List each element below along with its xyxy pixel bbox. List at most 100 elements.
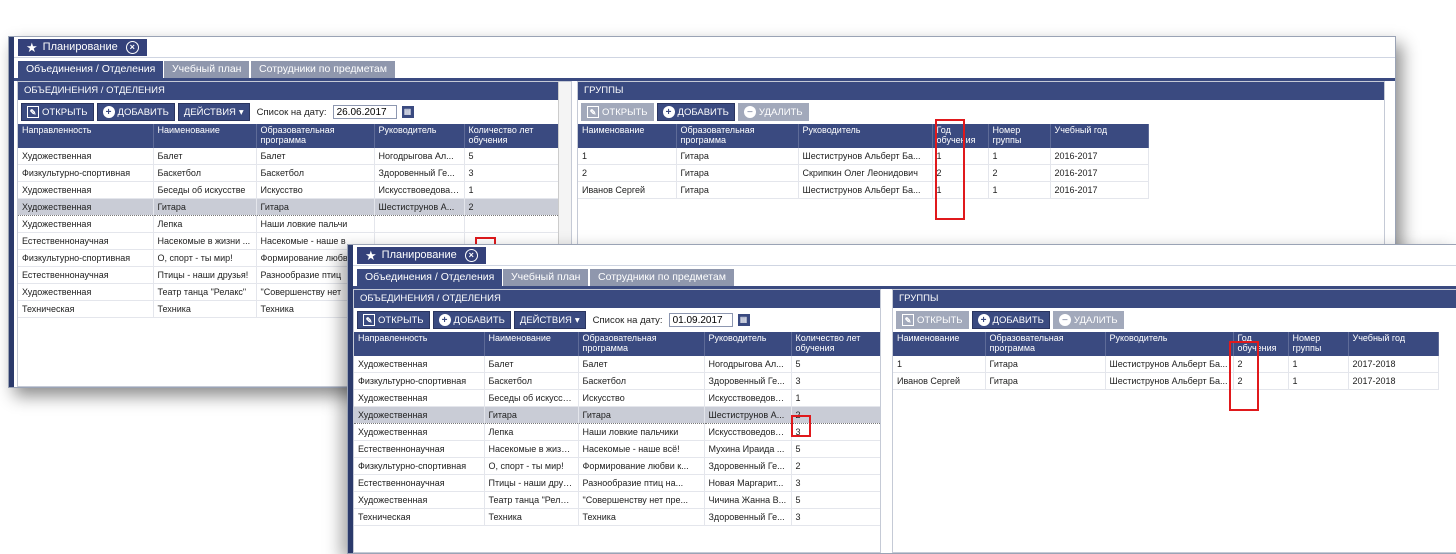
table-row[interactable]: Иванов Сергей Гитара Шестиструнов Альберт … [578, 181, 1149, 199]
col-leader[interactable]: Руководитель [704, 332, 792, 356]
col-group-name[interactable]: Наименование [893, 332, 986, 356]
open-label: ОТКРЫТЬ [378, 314, 424, 326]
table-cell: Техника [578, 508, 705, 526]
close-icon[interactable]: × [125, 41, 139, 54]
table-cell: Шестиструнов А... [374, 198, 465, 216]
actions-button[interactable]: ДЕЙСТВИЯ ▾ [177, 103, 250, 121]
table-row[interactable]: Иванов Сергей Гитара Шестиструнов Альберт … [893, 372, 1439, 390]
col-group-program[interactable]: Образовательная программа [985, 332, 1106, 356]
table-row[interactable]: Естественнонаучная Насекомые в жизни ... Н… [354, 440, 880, 458]
table-row[interactable]: Физкультурно-спортивная О, спорт - ты мир… [354, 457, 880, 475]
close-icon[interactable]: × [464, 249, 478, 262]
col-group-leader[interactable]: Руководитель [1105, 332, 1234, 356]
open-button[interactable]: ✎ ОТКРЫТЬ [357, 311, 430, 329]
table-cell: Физкультурно-спортивная [354, 457, 485, 475]
table-cell: Наши ловкие пальчики [578, 423, 705, 441]
date-label: Список на дату: [592, 314, 663, 326]
table-cell: 2016-2017 [1050, 181, 1149, 199]
table-cell: Художественная [18, 148, 154, 165]
col-academic-year[interactable]: Учебный год [1348, 332, 1439, 356]
groups-delete-button[interactable]: − УДАЛИТЬ [1052, 311, 1124, 329]
table-row[interactable]: 1 Гитара Шестиструнов Альберт Ба... 2 1 2017-… [893, 356, 1439, 373]
tab-staff-subjects[interactable]: Сотрудники по предметам [590, 269, 734, 286]
table-row[interactable]: Художественная Беседы об искусстве Искусст… [18, 181, 559, 199]
table-cell: Насекомые - наше всё! [578, 440, 705, 458]
table-row[interactable]: Художественная Балет Балет Ногодрыгова Ал..… [354, 356, 880, 373]
groups-open-button[interactable]: ✎ ОТКРЫТЬ [581, 103, 654, 121]
col-program[interactable]: Образовательная программа [256, 124, 375, 148]
table-row[interactable]: Физкультурно-спортивная Баскетбол Баскетбо… [18, 164, 559, 182]
table-row[interactable]: Художественная Гитара Гитара Шестиструнов А… [18, 198, 559, 216]
groups-toolbar: ✎ ОТКРЫТЬ + ДОБАВИТЬ − УДАЛИТЬ [578, 100, 1384, 124]
app-title: Планирование [42, 41, 118, 53]
date-input[interactable] [668, 313, 733, 327]
groups-open-label: ОТКРЫТЬ [917, 314, 963, 326]
col-name[interactable]: Наименование [153, 124, 257, 148]
tab-associations[interactable]: Объединения / Отделения [18, 61, 164, 78]
col-group-number[interactable]: Номер группы [1288, 332, 1349, 356]
tab-associations[interactable]: Объединения / Отделения [357, 269, 503, 286]
table-row[interactable]: Художественная Балет Балет Ногодрыгова Ал..… [18, 148, 559, 165]
table-cell: 1 [988, 181, 1051, 199]
table-cell: Балет [578, 356, 705, 373]
date-label: Список на дату: [256, 106, 327, 118]
table-cell: Художественная [18, 181, 154, 199]
groups-add-label: ДОБАВИТЬ [992, 314, 1044, 326]
highlight-box-study-year [1229, 341, 1259, 411]
tab-bar: Объединения / Отделения Учебный план Сот… [14, 58, 1395, 81]
groups-open-button[interactable]: ✎ ОТКРЫТЬ [896, 311, 969, 329]
table-row[interactable]: Художественная Лепка Наши ловкие пальчи [18, 215, 559, 233]
table-row[interactable]: 2 Гитара Скрипкин Олег Леонидович 2 2 2016-20… [578, 164, 1149, 182]
table-cell: 1 [791, 389, 880, 407]
col-years[interactable]: Количество лет обучения [791, 332, 880, 356]
groups-delete-button[interactable]: − УДАЛИТЬ [737, 103, 809, 121]
edit-icon: ✎ [27, 106, 39, 118]
groups-open-label: ОТКРЫТЬ [602, 106, 648, 118]
col-leader[interactable]: Руководитель [374, 124, 465, 148]
add-button[interactable]: + ДОБАВИТЬ [432, 311, 511, 329]
tab-curriculum[interactable]: Учебный план [503, 269, 589, 286]
tab-curriculum[interactable]: Учебный план [164, 61, 250, 78]
tab-staff-subjects[interactable]: Сотрудники по предметам [251, 61, 395, 78]
table-row[interactable]: Техническая Техника Техника Здоровенный Ге.… [354, 508, 880, 526]
add-button[interactable]: + ДОБАВИТЬ [96, 103, 175, 121]
groups-add-button[interactable]: + ДОБАВИТЬ [656, 103, 735, 121]
plus-icon: + [438, 314, 451, 326]
col-direction[interactable]: Направленность [18, 124, 154, 148]
groups-panel-title: ГРУППЫ [893, 290, 1456, 308]
table-cell: 2016-2017 [1050, 148, 1149, 165]
table-cell: Здоровенный Ге... [704, 508, 792, 526]
table-cell: Баскетбол [484, 372, 579, 390]
table-cell: 1 [578, 148, 677, 165]
calendar-icon[interactable]: ▦ [401, 106, 414, 118]
table-cell: Физкультурно-спортивная [18, 164, 154, 182]
col-group-number[interactable]: Номер группы [988, 124, 1051, 148]
col-group-name[interactable]: Наименование [578, 124, 677, 148]
table-row[interactable]: Естественнонаучная Птицы - наши друзья! Ра… [354, 474, 880, 492]
groups-add-button[interactable]: + ДОБАВИТЬ [971, 311, 1050, 329]
col-academic-year[interactable]: Учебный год [1050, 124, 1149, 148]
col-group-program[interactable]: Образовательная программа [676, 124, 799, 148]
table-cell: Гитара [256, 198, 375, 216]
col-direction[interactable]: Направленность [354, 332, 485, 356]
col-name[interactable]: Наименование [484, 332, 579, 356]
open-button[interactable]: ✎ ОТКРЫТЬ [21, 103, 94, 121]
col-program[interactable]: Образовательная программа [578, 332, 705, 356]
col-group-leader[interactable]: Руководитель [798, 124, 933, 148]
app-tab-planning[interactable]: ★ Планирование × [357, 247, 486, 264]
groups-add-label: ДОБАВИТЬ [677, 106, 729, 118]
calendar-icon[interactable]: ▦ [737, 314, 750, 326]
highlight-box-study-year [935, 119, 965, 220]
table-row[interactable]: Физкультурно-спортивная Баскетбол Баскетбо… [354, 372, 880, 390]
app-tab-planning[interactable]: ★ Планирование × [18, 39, 147, 56]
table-cell: 2 [464, 198, 559, 216]
table-row[interactable]: Художественная Беседы об искусстве Искусст… [354, 389, 880, 407]
actions-button[interactable]: ДЕЙСТВИЯ ▾ [513, 311, 586, 329]
associations-panel-title: ОБЪЕДИНЕНИЯ / ОТДЕЛЕНИЯ [18, 82, 571, 100]
date-input[interactable] [332, 105, 397, 119]
table-row[interactable]: 1 Гитара Шестиструнов Альберт Ба... 1 1 2016-… [578, 148, 1149, 165]
col-years[interactable]: Количество лет обучения [464, 124, 559, 148]
table-cell: 5 [464, 148, 559, 165]
table-cell: Гитара [676, 181, 799, 199]
table-row[interactable]: Художественная Театр танца "Релакс" "Совер… [354, 491, 880, 509]
